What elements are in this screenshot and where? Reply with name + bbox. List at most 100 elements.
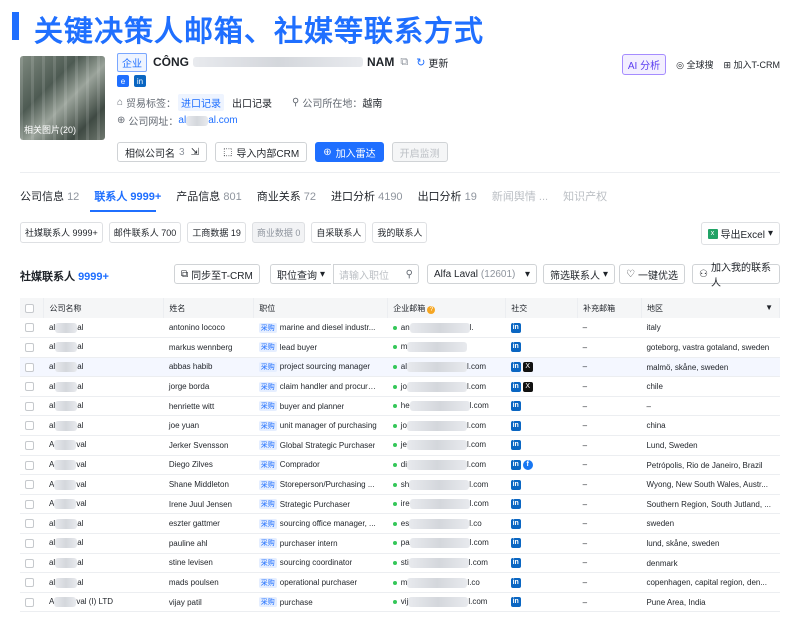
row-checkbox[interactable] <box>25 343 34 353</box>
row-checkbox[interactable] <box>25 460 34 470</box>
row-checkbox[interactable] <box>25 578 34 588</box>
row-checkbox[interactable] <box>25 323 34 333</box>
linkedin-icon[interactable]: in <box>510 361 521 372</box>
tab-export[interactable]: 出口分析 19 <box>418 188 477 204</box>
subtab-social[interactable]: 社媒联系人 9999+ <box>20 222 103 243</box>
linkedin-icon[interactable]: in <box>510 420 521 431</box>
linkedin-icon[interactable]: in <box>134 75 146 87</box>
tab-company-info[interactable]: 公司信息 12 <box>20 188 79 204</box>
row-checkbox[interactable] <box>25 519 34 529</box>
info-icon[interactable]: ? <box>427 305 436 314</box>
row-checkbox[interactable] <box>25 558 34 568</box>
export-record-tag[interactable]: 出口记录 <box>232 95 272 110</box>
position-query-select[interactable]: 职位查询 ▾ <box>270 264 332 284</box>
add-tcrm-button[interactable]: ⊞ 加入T-CRM <box>723 58 780 71</box>
subtab-my-contacts[interactable]: 我的联系人 <box>372 222 428 243</box>
table-row[interactable]: Aval Jerker Svensson 采购 Global Strategic Pu… <box>20 435 780 456</box>
email-cell[interactable]: es l.co <box>387 513 506 535</box>
table-row[interactable]: Aval Shane Middleton 采购 Storeperson/Purchas… <box>20 474 780 495</box>
table-row[interactable]: al al antonino lococo 采购 marine and diesel i… <box>20 318 780 339</box>
subtab-email[interactable]: 邮件联系人 700 <box>108 222 182 243</box>
row-checkbox[interactable] <box>25 539 34 549</box>
email-cell[interactable]: vij l.com <box>387 592 506 613</box>
row-checkbox[interactable] <box>25 480 34 490</box>
refresh-icon[interactable]: ↻ <box>416 56 425 69</box>
similar-company-button[interactable]: 相似公司名 3 ⇲ <box>117 142 207 162</box>
import-crm-button[interactable]: ⬚ 导入内部CRM <box>214 142 308 162</box>
email-cell[interactable]: m l.co <box>387 572 506 593</box>
filter-contacts-button[interactable]: 筛选联系人 ▾ <box>543 264 616 284</box>
email-cell[interactable]: sti l.com <box>387 553 506 574</box>
company-filter-select[interactable]: Alfa Laval (12601) ▾ <box>427 264 537 284</box>
website-end[interactable]: al.com <box>208 115 237 126</box>
linkedin-icon[interactable]: in <box>510 342 521 353</box>
email-cell[interactable]: sh l.com <box>387 474 506 495</box>
row-checkbox[interactable] <box>25 597 34 607</box>
table-row[interactable]: al al stine levisen 采购 sourcing coordinator s… <box>20 553 780 574</box>
table-row[interactable]: al al mads poulsen 采购 operational purchaser m… <box>20 572 780 593</box>
row-checkbox[interactable] <box>25 401 34 411</box>
table-row[interactable]: al al markus wennberg 采购 lead buyer m in – goteb… <box>20 337 780 358</box>
tab-news[interactable]: 新闻舆情 ... <box>492 188 548 204</box>
x-twitter-icon[interactable]: X <box>522 361 533 372</box>
linkedin-icon[interactable]: in <box>510 499 521 510</box>
row-checkbox[interactable] <box>25 441 34 451</box>
website-start[interactable]: al <box>178 115 186 126</box>
row-checkbox[interactable] <box>25 362 34 372</box>
email-cell[interactable]: ire l.com <box>387 494 506 515</box>
linkedin-icon[interactable]: in <box>510 459 521 470</box>
linkedin-icon[interactable]: in <box>510 322 521 333</box>
email-cell[interactable]: m <box>387 337 506 358</box>
email-cell[interactable]: pa l.com <box>387 533 506 554</box>
linkedin-icon[interactable]: in <box>510 577 521 588</box>
select-all-checkbox[interactable] <box>25 303 34 313</box>
tab-products[interactable]: 产品信息 801 <box>176 188 241 204</box>
import-record-tag[interactable]: 进口记录 <box>178 94 225 111</box>
sync-tcrm-button[interactable]: ⧉ 同步至T-CRM <box>174 264 260 284</box>
tab-import[interactable]: 进口分析 4190 <box>331 188 403 204</box>
linkedin-icon[interactable]: in <box>510 518 521 529</box>
filter-icon[interactable]: ▼ <box>765 303 773 312</box>
subtab-self-collected[interactable]: 自采联系人 <box>311 222 367 243</box>
email-cell[interactable]: al l.com <box>387 357 506 378</box>
monitor-button[interactable]: 开启监测 <box>391 142 448 162</box>
table-row[interactable]: al al joe yuan 采购 unit manager of purchasing… <box>20 415 780 437</box>
subtab-commercial[interactable]: 商业数据 0 <box>251 222 306 243</box>
update-button[interactable]: 更新 <box>428 55 448 70</box>
ie-link-icon[interactable]: e <box>117 75 129 87</box>
table-row[interactable]: al al jorge borda 采购 claim handler and procu… <box>20 376 780 397</box>
facebook-icon[interactable]: f <box>522 459 533 470</box>
global-search-button[interactable]: ◎ 全球搜 <box>676 58 713 71</box>
row-checkbox[interactable] <box>25 499 34 509</box>
linkedin-icon[interactable]: in <box>510 381 521 392</box>
subtab-business-reg[interactable]: 工商数据 19 <box>187 222 246 243</box>
table-row[interactable]: Aval Irene Juul Jensen 采购 Strategic Purchas… <box>20 494 780 515</box>
email-cell[interactable]: je l.com <box>387 435 506 456</box>
ai-analysis-button[interactable]: AI 分析 <box>621 54 667 75</box>
table-row[interactable]: al al abbas habib 采购 project sourcing manage… <box>20 357 780 378</box>
tab-contacts[interactable]: 联系人 9999+ <box>94 188 161 204</box>
one-click-select-button[interactable]: ♡ 一键优选 <box>619 264 685 284</box>
table-row[interactable]: al al pauline ahl 采购 purchaser intern pa l.com… <box>20 533 780 554</box>
tab-business[interactable]: 商业关系 72 <box>257 188 316 204</box>
add-my-contacts-button[interactable]: ⚇ 加入我的联系人 <box>692 263 780 289</box>
x-twitter-icon[interactable]: X <box>522 381 533 392</box>
email-cell[interactable]: jo l.com <box>387 376 506 397</box>
export-excel-button[interactable]: x 导出Excel ▾ <box>700 222 780 245</box>
linkedin-icon[interactable]: in <box>510 401 521 412</box>
linkedin-icon[interactable]: in <box>510 597 521 608</box>
email-cell[interactable]: di l.com <box>387 455 506 476</box>
table-row[interactable]: Aval Diego Zilves 采购 Comprador di l.com in f – Pe… <box>20 455 780 476</box>
linkedin-icon[interactable]: in <box>510 440 521 451</box>
email-cell[interactable]: an l. <box>387 318 506 339</box>
tab-ip[interactable]: 知识产权 <box>563 188 607 204</box>
linkedin-icon[interactable]: in <box>510 479 521 490</box>
company-photo[interactable]: 相关图片(20) <box>20 56 105 140</box>
row-checkbox[interactable] <box>25 421 34 431</box>
row-checkbox[interactable] <box>25 382 34 392</box>
position-search-input[interactable]: 请输入职位 ⚲ <box>333 264 419 284</box>
copy-icon[interactable]: ⧉ <box>400 56 408 69</box>
email-cell[interactable]: he l.com <box>387 396 506 417</box>
linkedin-icon[interactable]: in <box>510 557 521 568</box>
linkedin-icon[interactable]: in <box>510 538 521 549</box>
